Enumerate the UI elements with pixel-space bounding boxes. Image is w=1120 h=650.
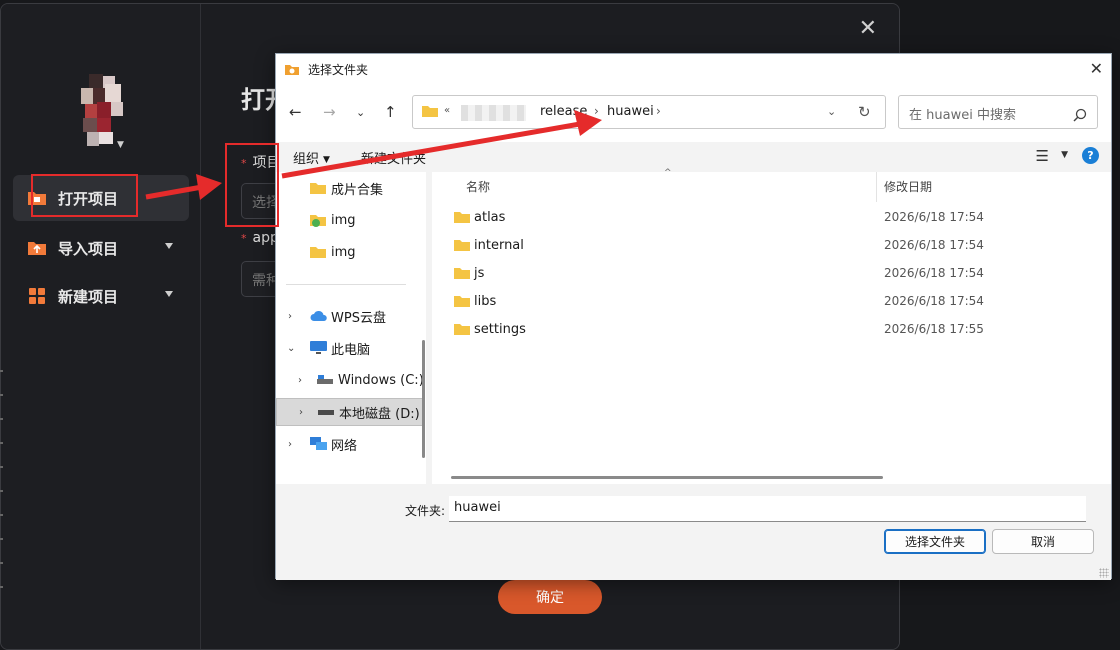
annotation-arrow-to-field (145, 174, 222, 200)
annotation-arrow-to-huawei (281, 110, 602, 179)
annotation-arrows (145, 110, 602, 200)
